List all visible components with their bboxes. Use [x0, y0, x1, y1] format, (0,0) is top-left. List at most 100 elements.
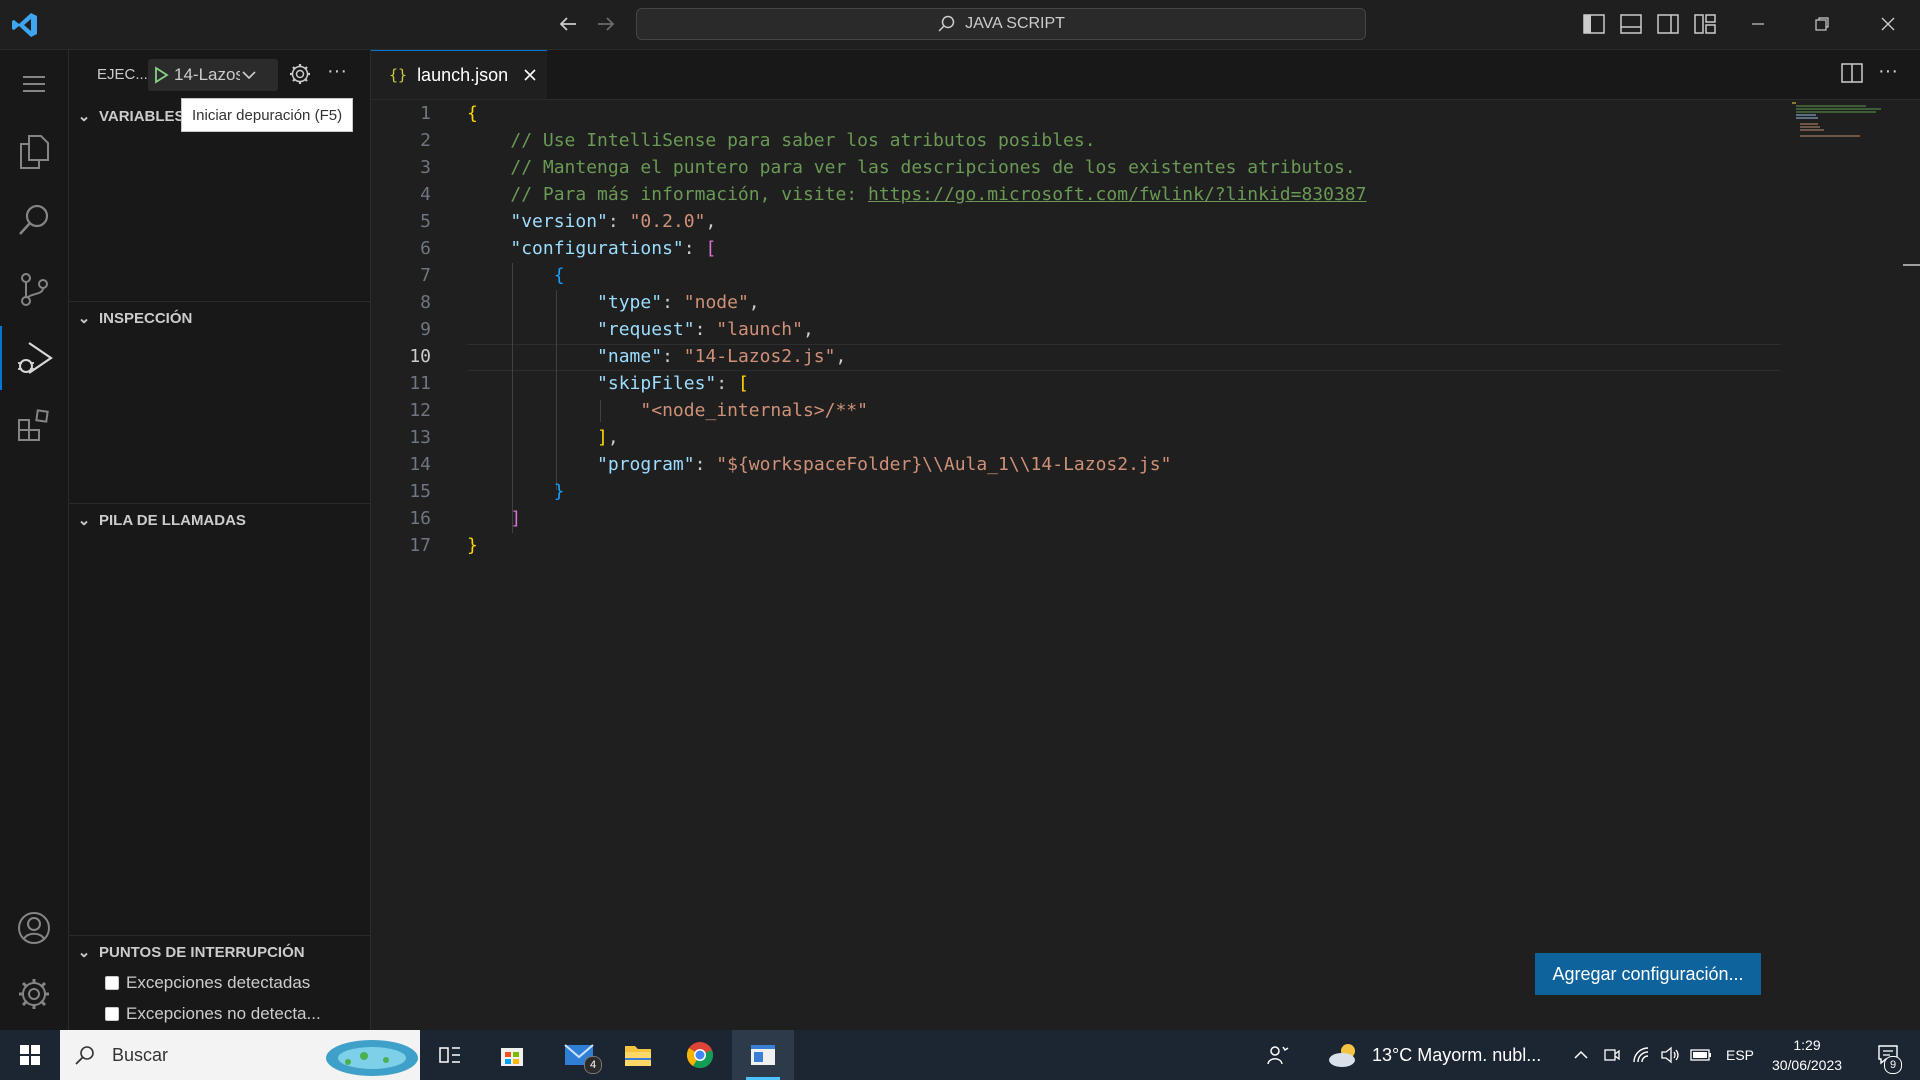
open-launch-json-gear-icon[interactable]: [288, 62, 312, 86]
search-icon: [75, 1046, 94, 1065]
command-center-search[interactable]: JAVA SCRIPT: [636, 8, 1366, 40]
line-number: 6: [420, 238, 431, 259]
line-number: 2: [420, 130, 431, 151]
code-line-12: "<node_internals>/**": [467, 397, 868, 424]
nav-forward-button[interactable]: [594, 12, 618, 36]
toggle-secondary-sidebar-icon[interactable]: [1650, 6, 1686, 42]
clock[interactable]: 1:29 30/06/2023: [1762, 1030, 1852, 1080]
show-hidden-icons-chevron-icon[interactable]: [1570, 1030, 1592, 1080]
notifications-icon[interactable]: 9: [1868, 1030, 1908, 1080]
volume-icon[interactable]: [1658, 1030, 1682, 1080]
tab-launch-json[interactable]: {} launch.json: [371, 50, 547, 99]
code-line-13: ],: [597, 427, 619, 448]
code-line-15: }: [553, 481, 565, 502]
line-number: 15: [409, 481, 431, 502]
breakpoint-item[interactable]: Excepciones detectadas: [69, 968, 370, 998]
battery-icon[interactable]: [1688, 1030, 1714, 1080]
task-view-icon[interactable]: [428, 1030, 472, 1080]
add-configuration-button[interactable]: Agregar configuración...: [1535, 953, 1761, 995]
vscode-logo-icon: [10, 10, 40, 40]
search-icon[interactable]: [0, 188, 68, 252]
breakpoints-section-header[interactable]: ⌄ PUNTOS DE INTERRUPCIÓN: [69, 937, 370, 967]
code-line-10: "name": "14-Lazos2.js",: [597, 346, 847, 367]
toggle-primary-sidebar-icon[interactable]: [1576, 6, 1612, 42]
explorer-icon[interactable]: [0, 120, 68, 184]
start-debugging-button[interactable]: [148, 59, 174, 91]
language-text: ESP: [1725, 1047, 1754, 1063]
file-explorer-icon[interactable]: [616, 1030, 660, 1080]
watch-section-header[interactable]: ⌄ INSPECCIÓN: [69, 303, 370, 333]
debug-config-selector[interactable]: 14-Lazos2.js: [148, 59, 278, 91]
manage-gear-icon[interactable]: [0, 962, 68, 1026]
json-value: "${workspaceFolder}\\Aula_1\\14-Lazos2.j…: [716, 454, 1172, 475]
section-divider: [69, 503, 370, 504]
code-line-6: "configurations": [: [510, 238, 717, 259]
breakpoint-checkbox[interactable]: [105, 1007, 119, 1021]
restore-window-icon[interactable]: [1804, 6, 1840, 42]
line-number: 16: [409, 508, 431, 529]
tab-label: launch.json: [417, 64, 509, 85]
line-number-current: 10: [409, 346, 431, 367]
close-window-icon[interactable]: [1870, 6, 1906, 42]
split-editor-icon[interactable]: [1840, 62, 1864, 86]
play-icon: [155, 66, 169, 84]
comment-text: // Use IntelliSense para saber los atrib…: [510, 130, 1096, 151]
accounts-icon[interactable]: [0, 896, 68, 960]
more-actions-icon[interactable]: ···: [325, 61, 349, 86]
active-app-vscode-icon[interactable]: [732, 1030, 794, 1080]
taskbar-search-label: Buscar: [112, 1044, 169, 1065]
minimize-window-icon[interactable]: [1740, 6, 1776, 42]
taskbar-search-box[interactable]: Buscar: [60, 1030, 420, 1080]
sidebar-view-title: EJEC...: [97, 66, 148, 83]
code-line-17: }: [467, 535, 478, 556]
add-configuration-label: Agregar configuración...: [1552, 963, 1744, 984]
close-icon[interactable]: [522, 67, 538, 83]
json-key: "program": [597, 454, 695, 475]
docs-link[interactable]: https://go.microsoft.com/fwlink/?linkid=…: [868, 184, 1367, 205]
run-debug-icon[interactable]: [0, 326, 68, 390]
line-number: 5: [420, 211, 431, 232]
breakpoint-label: Excepciones no detecta...: [126, 1004, 321, 1023]
section-divider: [69, 301, 370, 302]
weather-widget[interactable]: 13°C Mayorm. nubl...: [1326, 1030, 1548, 1080]
breakpoint-item[interactable]: Excepciones no detecta...: [69, 999, 370, 1029]
windows-start-button[interactable]: [0, 1030, 60, 1080]
line-number: 9: [420, 319, 431, 340]
code-line-2: // Use IntelliSense para saber los atrib…: [467, 127, 1096, 154]
line-number: 11: [409, 373, 431, 394]
people-icon[interactable]: [1262, 1030, 1294, 1080]
command-center-label: JAVA SCRIPT: [965, 15, 1065, 32]
line-number: 13: [409, 427, 431, 448]
code-line-16: ]: [510, 508, 522, 529]
json-value: "0.2.0": [629, 211, 706, 232]
meet-now-icon[interactable]: [1600, 1030, 1624, 1080]
line-number: 1: [420, 103, 431, 124]
menu-icon[interactable]: [0, 52, 68, 116]
toggle-panel-icon[interactable]: [1613, 6, 1649, 42]
chevron-down-icon: ⌄: [77, 108, 91, 125]
callstack-section-header[interactable]: ⌄ PILA DE LLAMADAS: [69, 505, 370, 535]
code-line-3: // Mantenga el puntero para ver las desc…: [467, 154, 1356, 181]
network-wifi-icon[interactable]: [1630, 1030, 1654, 1080]
chrome-icon[interactable]: [678, 1030, 722, 1080]
code-line-4: // Para más información, visite: https:/…: [467, 181, 1366, 208]
mail-badge: 4: [584, 1056, 602, 1074]
line-number: 14: [409, 454, 431, 475]
mail-icon[interactable]: 4: [554, 1030, 606, 1080]
editor-more-actions-icon[interactable]: ···: [1876, 61, 1900, 86]
extensions-icon[interactable]: [0, 394, 68, 458]
source-control-icon[interactable]: [0, 257, 68, 321]
code-line-1: {: [467, 103, 478, 124]
breakpoint-checkbox[interactable]: [105, 976, 119, 990]
microsoft-store-icon[interactable]: [490, 1030, 534, 1080]
chevron-down-icon: ⌄: [77, 512, 91, 529]
json-value: "launch": [716, 319, 803, 340]
json-key: "configurations": [510, 238, 684, 259]
clock-date: 30/06/2023: [1771, 1057, 1843, 1073]
line-number: 3: [420, 157, 431, 178]
input-language-indicator[interactable]: ESP: [1720, 1030, 1760, 1080]
comment-text: // Mantenga el puntero para ver las desc…: [510, 157, 1356, 178]
minimap[interactable]: [1786, 100, 1906, 140]
customize-layout-icon[interactable]: [1687, 6, 1723, 42]
nav-back-button[interactable]: [556, 12, 580, 36]
